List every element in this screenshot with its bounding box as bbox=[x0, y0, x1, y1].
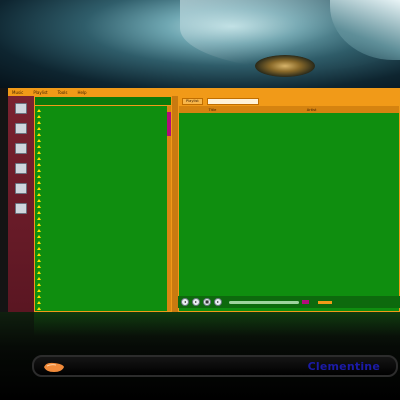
library-tree bbox=[35, 106, 171, 311]
volume-slider[interactable] bbox=[318, 300, 332, 304]
expand-triangle-icon[interactable] bbox=[37, 138, 41, 142]
song-info-icon bbox=[15, 182, 27, 194]
playlist-search-input[interactable] bbox=[206, 98, 259, 105]
expand-triangle-icon[interactable] bbox=[37, 222, 41, 226]
seek-bar[interactable] bbox=[229, 300, 299, 304]
list-item[interactable] bbox=[37, 305, 171, 311]
playlist-rows bbox=[179, 113, 399, 297]
library-panel bbox=[34, 96, 172, 312]
artist-info-icon bbox=[15, 202, 27, 214]
menu-bar: Music Playlist Tools Help bbox=[8, 88, 400, 96]
expand-triangle-icon[interactable] bbox=[37, 180, 41, 184]
expand-triangle-icon[interactable] bbox=[37, 132, 41, 136]
library-scrollbar[interactable] bbox=[167, 106, 171, 311]
expand-triangle-icon[interactable] bbox=[37, 234, 41, 238]
files-icon bbox=[15, 122, 27, 134]
library-filter-bar[interactable] bbox=[35, 97, 171, 106]
sidebar-item-library[interactable] bbox=[11, 102, 31, 114]
playlist-panel: Playlist Title Artist bbox=[178, 96, 400, 312]
expand-triangle-icon[interactable] bbox=[37, 282, 41, 286]
expand-triangle-icon[interactable] bbox=[37, 252, 41, 256]
expand-triangle-icon[interactable] bbox=[37, 264, 41, 268]
expand-triangle-icon[interactable] bbox=[37, 150, 41, 154]
expand-triangle-icon[interactable] bbox=[37, 192, 41, 196]
expand-triangle-icon[interactable] bbox=[37, 300, 41, 304]
expand-triangle-icon[interactable] bbox=[37, 240, 41, 244]
clementine-logo-icon bbox=[44, 362, 64, 372]
sidebar-item-devices[interactable] bbox=[11, 162, 31, 174]
expand-triangle-icon[interactable] bbox=[37, 162, 41, 166]
magenta-indicator bbox=[302, 300, 309, 304]
menu-playlist[interactable]: Playlist bbox=[33, 90, 47, 95]
menu-help[interactable]: Help bbox=[77, 90, 86, 95]
left-dock bbox=[0, 88, 8, 316]
stop-button[interactable]: ■ bbox=[203, 298, 211, 306]
desktop-wallpaper bbox=[0, 0, 400, 88]
sidebar-item-files[interactable] bbox=[11, 122, 31, 134]
internet-icon bbox=[15, 142, 27, 154]
wallpaper-dragon-eye bbox=[255, 55, 315, 77]
window-reflection bbox=[34, 312, 400, 336]
expand-triangle-icon[interactable] bbox=[37, 120, 41, 124]
scrollbar-thumb[interactable] bbox=[167, 112, 171, 136]
source-sidebar bbox=[8, 96, 35, 312]
expand-triangle-icon[interactable] bbox=[37, 198, 41, 202]
expand-triangle-icon[interactable] bbox=[37, 210, 41, 214]
next-icon: ▸ bbox=[216, 299, 219, 304]
expand-triangle-icon[interactable] bbox=[37, 144, 41, 148]
tab-playlist[interactable]: Playlist bbox=[182, 98, 203, 105]
previous-icon: ◂ bbox=[183, 299, 186, 304]
expand-triangle-icon[interactable] bbox=[37, 306, 41, 310]
expand-triangle-icon[interactable] bbox=[37, 168, 41, 172]
expand-triangle-icon[interactable] bbox=[37, 276, 41, 280]
next-button[interactable]: ▸ bbox=[214, 298, 222, 306]
expand-triangle-icon[interactable] bbox=[37, 294, 41, 298]
expand-triangle-icon[interactable] bbox=[37, 204, 41, 208]
previous-button[interactable]: ◂ bbox=[181, 298, 189, 306]
expand-triangle-icon[interactable] bbox=[37, 216, 41, 220]
menu-tools[interactable]: Tools bbox=[58, 90, 68, 95]
play-button[interactable]: ▸ bbox=[192, 298, 200, 306]
devices-icon bbox=[15, 162, 27, 174]
column-artist[interactable]: Artist bbox=[303, 108, 399, 112]
playlist-tabbar: Playlist bbox=[179, 97, 399, 106]
expand-triangle-icon[interactable] bbox=[37, 114, 41, 118]
player-controls: ◂ ▸ ■ ▸ bbox=[178, 296, 400, 308]
expand-triangle-icon[interactable] bbox=[37, 108, 41, 112]
playlist-column-header: Title Artist bbox=[179, 106, 399, 113]
clementine-osd-panel[interactable]: Clementine bbox=[32, 355, 398, 377]
expand-triangle-icon[interactable] bbox=[37, 186, 41, 190]
column-title[interactable]: Title bbox=[205, 108, 303, 112]
expand-triangle-icon[interactable] bbox=[37, 228, 41, 232]
osd-title: Clementine bbox=[307, 360, 380, 373]
sidebar-item-song-info[interactable] bbox=[11, 182, 31, 194]
expand-triangle-icon[interactable] bbox=[37, 174, 41, 178]
play-icon: ▸ bbox=[194, 299, 197, 304]
expand-triangle-icon[interactable] bbox=[37, 246, 41, 250]
menu-music[interactable]: Music bbox=[12, 90, 23, 95]
sidebar-item-artist-info[interactable] bbox=[11, 202, 31, 214]
expand-triangle-icon[interactable] bbox=[37, 288, 41, 292]
stop-icon: ■ bbox=[205, 299, 209, 304]
expand-triangle-icon[interactable] bbox=[37, 126, 41, 130]
expand-triangle-icon[interactable] bbox=[37, 258, 41, 262]
sidebar-item-internet[interactable] bbox=[11, 142, 31, 154]
expand-triangle-icon[interactable] bbox=[37, 270, 41, 274]
library-icon bbox=[15, 102, 27, 114]
expand-triangle-icon[interactable] bbox=[37, 156, 41, 160]
